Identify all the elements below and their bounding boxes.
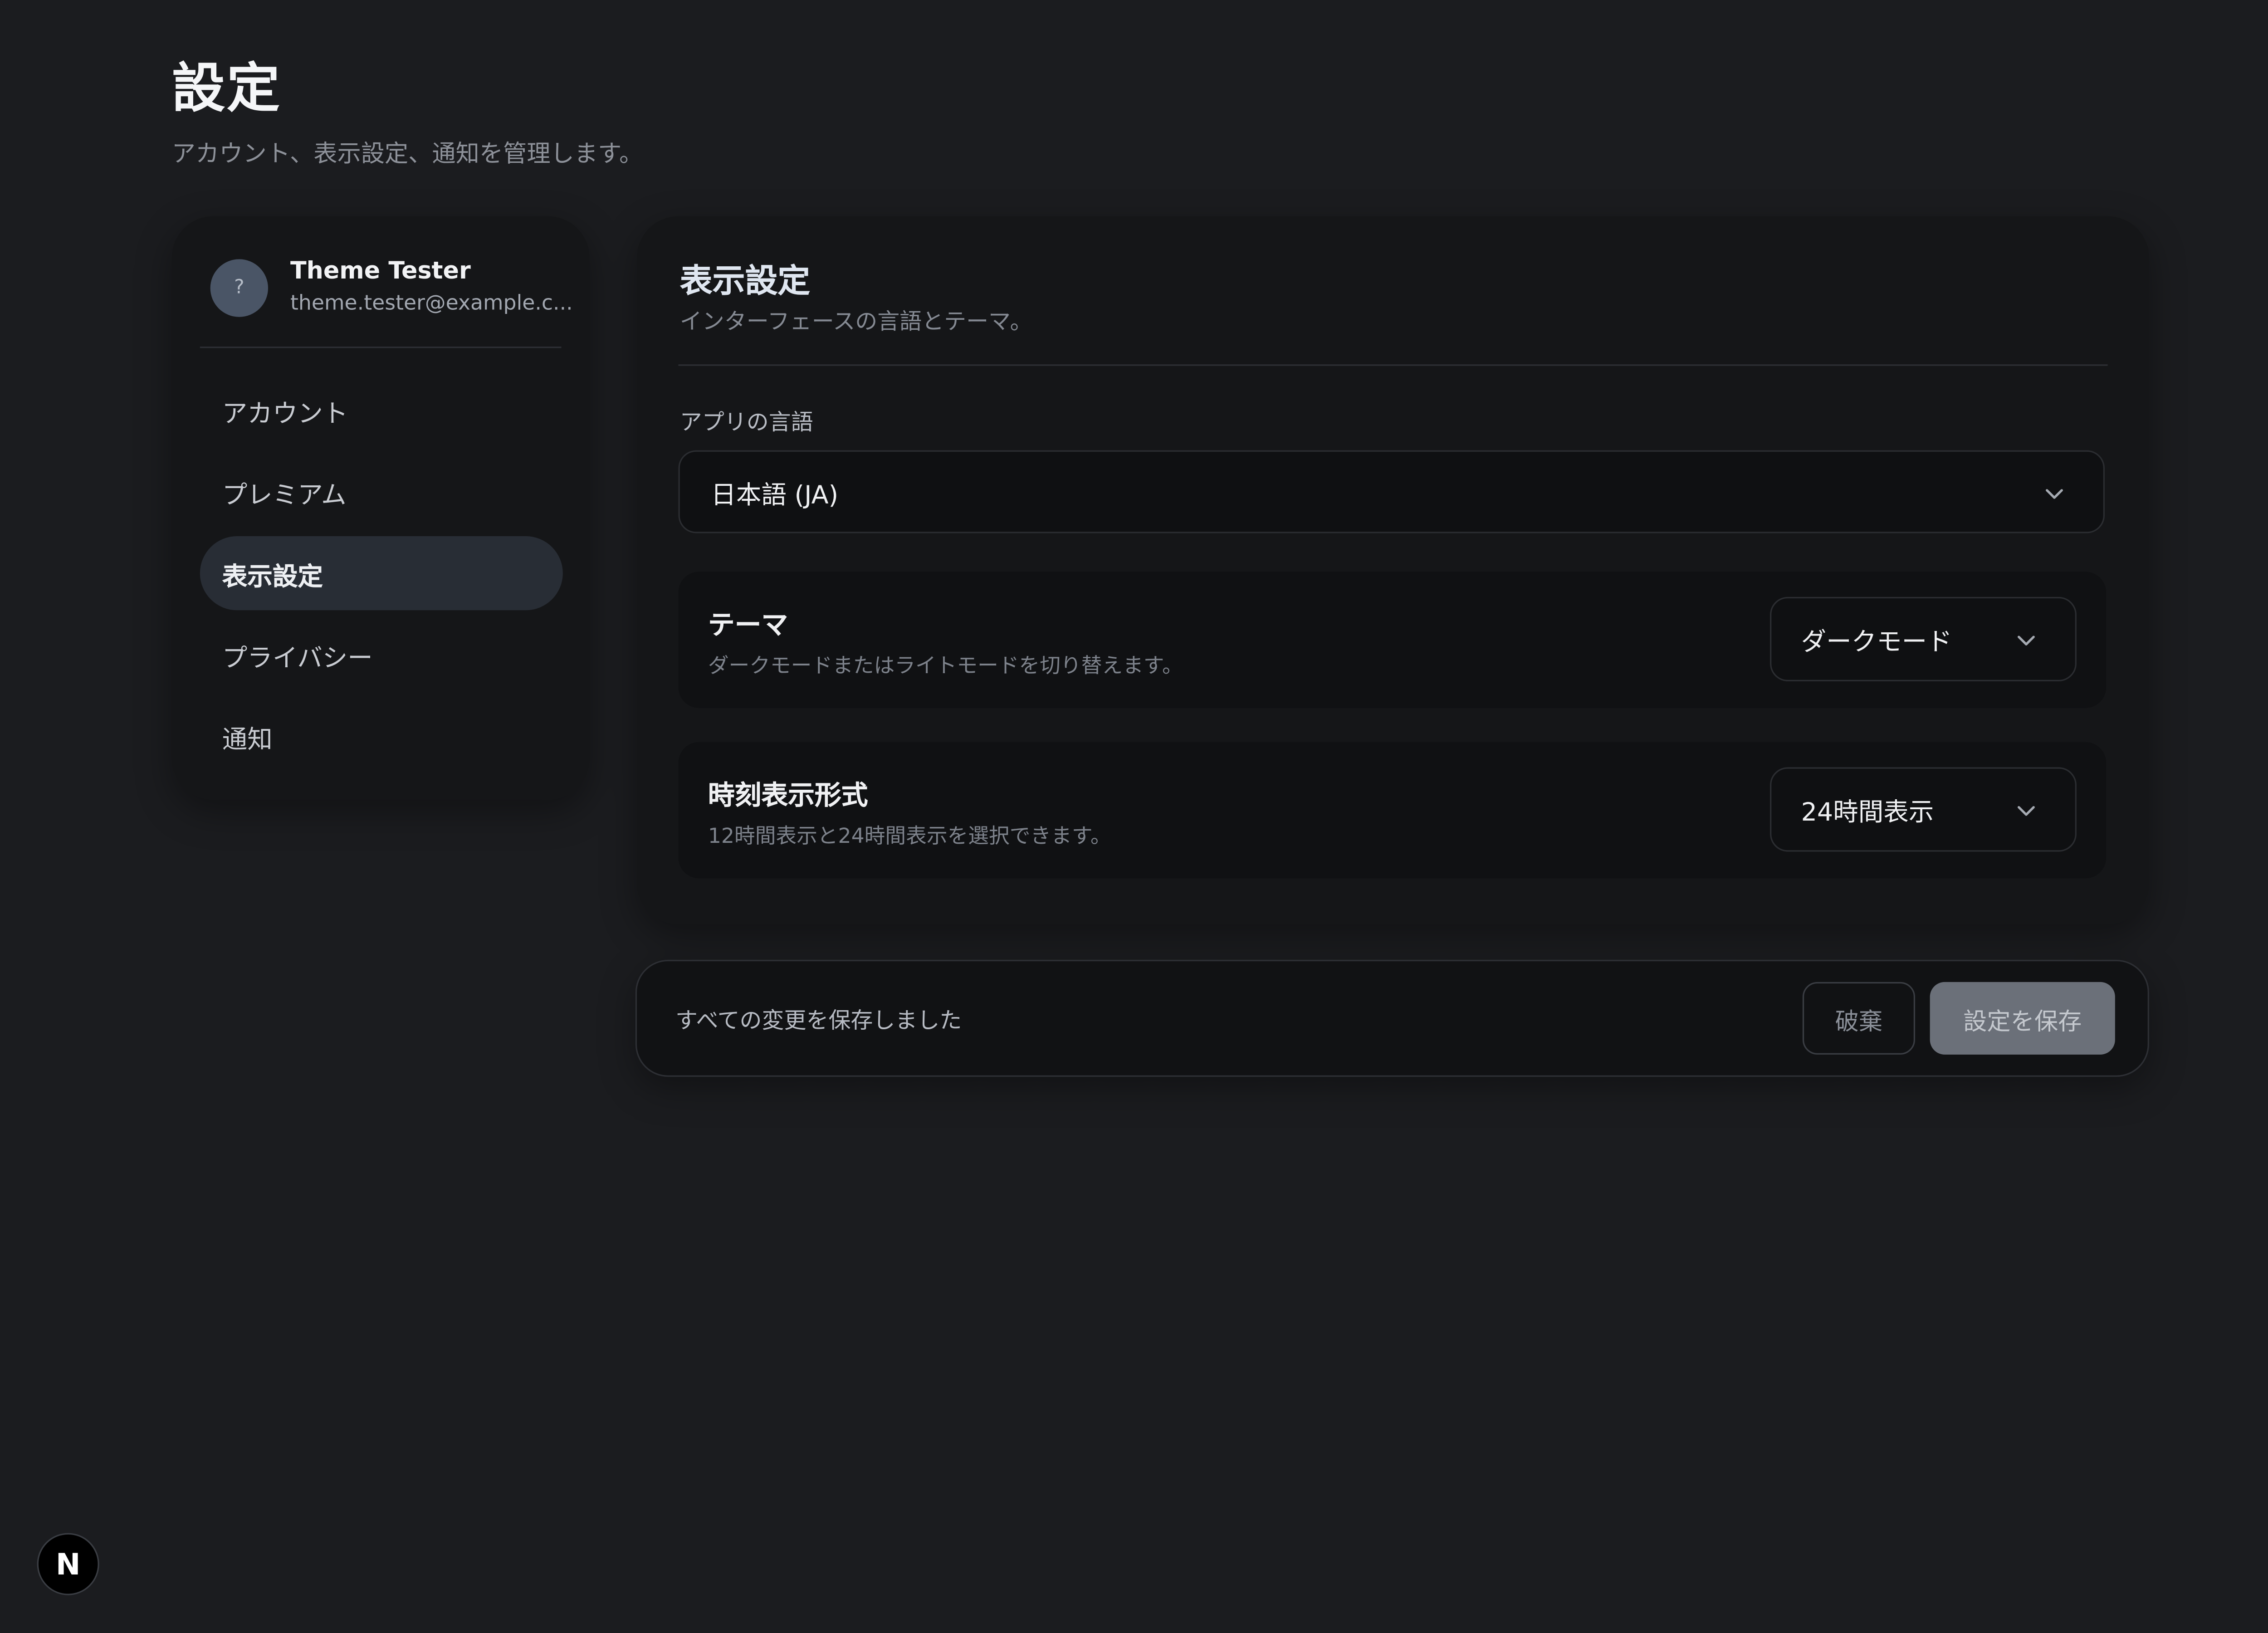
time-format-select-value: 24時間表示: [1801, 798, 1934, 828]
time-format-setting-row: 時刻表示形式 12時間表示と24時間表示を選択できます。 24時間表示: [678, 742, 2107, 879]
avatar: ?: [210, 258, 269, 317]
discard-button[interactable]: 破棄: [1802, 982, 1916, 1055]
page-header: 設定 アカウント、表示設定、通知を管理します。: [172, 54, 643, 169]
time-format-select[interactable]: 24時間表示: [1770, 767, 2077, 852]
theme-title: テーマ: [708, 610, 788, 641]
profile-text: Theme Tester theme.tester@example.c...: [290, 255, 573, 320]
sidebar-divider: [200, 347, 562, 348]
next-logo-icon[interactable]: N: [37, 1533, 99, 1595]
language-select[interactable]: 日本語 (JA): [678, 450, 2105, 533]
panel-divider: [678, 364, 2108, 366]
time-format-title: 時刻表示形式: [708, 780, 868, 812]
theme-setting-row: テーマ ダークモードまたはライトモードを切り替えます。 ダークモード: [678, 572, 2107, 708]
theme-select-value: ダークモード: [1801, 628, 1952, 658]
page-subtitle: アカウント、表示設定、通知を管理します。: [171, 139, 643, 167]
display-settings-panel: 表示設定 インターフェースの言語とテーマ。 アプリの言語 日本語 (JA) テー…: [637, 216, 2149, 924]
theme-description: ダークモードまたはライトモードを切り替えます。: [708, 655, 1183, 679]
page-title: 設定: [171, 59, 282, 120]
theme-select[interactable]: ダークモード: [1770, 596, 2077, 682]
sidebar-item-premium[interactable]: プレミアム: [200, 455, 563, 528]
settings-page: 設定 アカウント、表示設定、通知を管理します。 ? Theme Tester t…: [0, 0, 2268, 1633]
time-format-description: 12時間表示と24時間表示を選択できます。: [708, 825, 1111, 849]
settings-sidebar: ? Theme Tester theme.tester@example.c...…: [171, 216, 590, 800]
save-status: すべての変更を保存しました: [675, 1007, 962, 1034]
sidebar-item-notifications[interactable]: 通知: [200, 699, 563, 773]
profile-email: theme.tester@example.c...: [290, 292, 573, 316]
panel-title: 表示設定: [679, 264, 811, 301]
chevron-down-icon: [2017, 806, 2035, 816]
profile-name: Theme Tester: [290, 256, 471, 284]
sidebar-item-privacy[interactable]: プライバシー: [200, 618, 563, 692]
settings-nav: アカウント プレミアム 表示設定 プライバシー 通知: [200, 373, 563, 781]
language-label: アプリの言語: [679, 409, 813, 435]
save-bar: すべての変更を保存しました 破棄 設定を保存: [635, 959, 2149, 1077]
sidebar-item-account[interactable]: アカウント: [200, 373, 563, 447]
sidebar-item-display[interactable]: 表示設定: [200, 536, 563, 611]
profile-summary: ? Theme Tester theme.tester@example.c...: [210, 255, 573, 320]
panel-subtitle: インターフェースの言語とテーマ。: [679, 308, 1032, 335]
save-settings-button[interactable]: 設定を保存: [1930, 982, 2115, 1055]
language-select-value: 日本語 (JA): [711, 480, 839, 510]
chevron-down-icon: [2046, 489, 2063, 499]
chevron-down-icon: [2017, 636, 2035, 646]
